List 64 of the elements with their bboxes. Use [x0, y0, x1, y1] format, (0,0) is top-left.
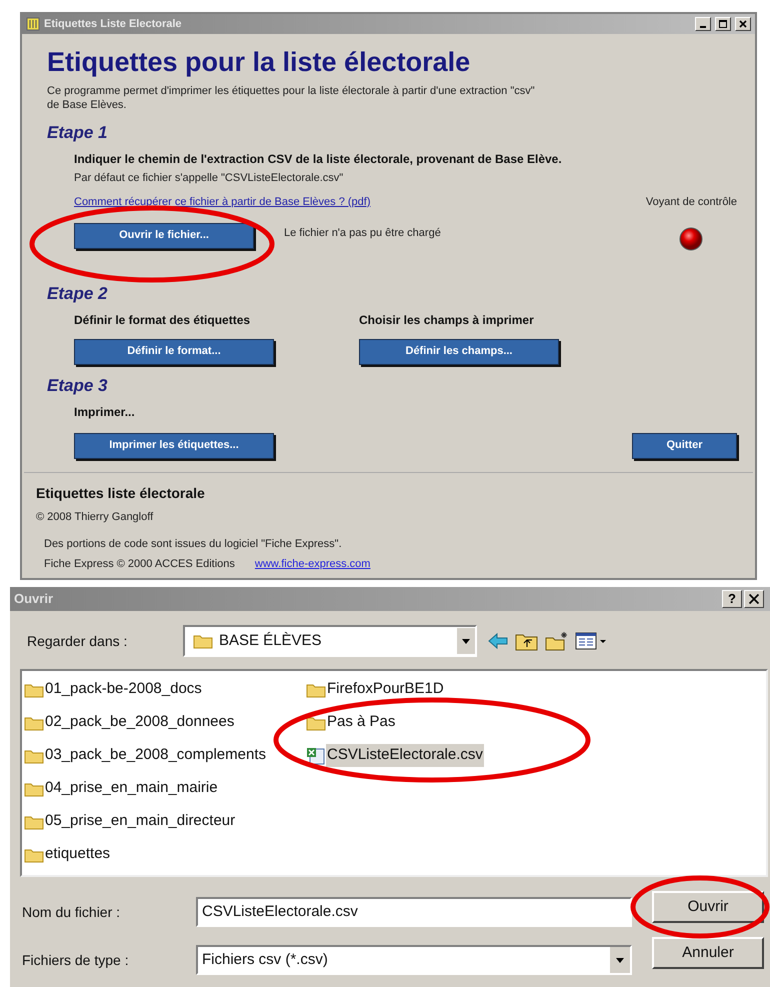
file-item[interactable]: 03_pack_be_2008_complements: [44, 744, 267, 767]
view-menu-icon[interactable]: [575, 631, 607, 651]
field-label: Nom du fichier :: [22, 902, 122, 922]
folder-icon: [24, 748, 44, 764]
status-text: Le fichier n'a pas pu être chargé: [284, 226, 441, 240]
print-labels-button[interactable]: Imprimer les étiquettes...: [74, 432, 274, 458]
copyright-text: © 2008 Thierry Gangloff: [36, 510, 154, 525]
define-button[interactable]: Définir le format...: [74, 338, 274, 364]
folder-icon: [24, 814, 44, 830]
spreadsheet-file-icon: [306, 746, 326, 764]
dialog-title: Ouvrir: [14, 590, 54, 608]
file-item[interactable]: 02_pack_be_2008_donnees: [44, 711, 236, 734]
dialog-button[interactable]: Annuler: [652, 937, 764, 969]
step-title: Etape 1: [47, 122, 108, 144]
folder-icon: [24, 846, 44, 862]
step-title: Etape 3: [47, 374, 108, 396]
close-icon[interactable]: [744, 590, 764, 608]
new-folder-icon[interactable]: [545, 631, 569, 651]
minimize-icon[interactable]: [695, 17, 711, 31]
note-text: Par défaut ce fichier s'appelle "CSVListeElectorale.csv": [74, 171, 344, 186]
dropdown-value: Fichiers csv (*.csv): [202, 950, 329, 970]
maximize-icon[interactable]: [715, 17, 731, 31]
instruction-text: Indiquer le chemin de l'extraction CSV de la liste électorale, provenant de Base Elève.: [74, 151, 563, 168]
help-button[interactable]: ?: [722, 590, 742, 608]
file-item[interactable]: CSVListeElectorale.csv: [326, 744, 484, 767]
intro-text: Ce programme permet d'imprimer les étiquettes pour la liste électorale à partir d'une extraction "csv" de Base Elèves.: [47, 84, 536, 112]
step-title: Etape 2: [47, 282, 108, 304]
close-icon[interactable]: [735, 17, 751, 31]
credit-text: Des portions de code sont issues du logiciel "Fiche Express".: [43, 536, 343, 552]
footer-title: Etiquettes liste électorale: [36, 484, 206, 503]
file-type-dropdown[interactable]: Fichiers csv (*.csv): [196, 945, 632, 975]
section-label: Imprimer...: [74, 404, 136, 420]
quit-button[interactable]: Quitter: [632, 432, 737, 458]
help-link[interactable]: Comment récupérer ce fichier à partir de Base Elèves ? (pdf): [74, 194, 371, 210]
folder-icon: [24, 714, 44, 730]
file-item[interactable]: FirefoxPourBE1D: [326, 678, 445, 701]
field-label: Fichiers de type :: [22, 950, 130, 970]
app-heading: Etiquettes pour la liste électorale: [47, 46, 472, 78]
app-icon: [26, 17, 40, 31]
indicator-light-icon: [679, 226, 704, 250]
file-item[interactable]: 01_pack-be-2008_docs: [44, 678, 203, 701]
folder-icon: [306, 682, 326, 698]
open-file-button[interactable]: Ouvrir le fichier...: [74, 222, 254, 248]
section-label: Définir le format des étiquettes: [74, 312, 252, 328]
section-label: Choisir les champs à imprimer: [359, 312, 535, 328]
back-arrow-icon[interactable]: [487, 632, 509, 650]
file-item[interactable]: etiquettes: [44, 843, 112, 866]
window-title: Etiquettes Liste Electorale: [44, 16, 183, 32]
look-in-dropdown[interactable]: BASE ÉLÈVES: [183, 625, 477, 657]
folder-icon: [24, 780, 44, 796]
indicator-label: Voyant de contrôle: [646, 195, 737, 210]
credit-text: Fiche Express © 2000 ACCES Editions: [44, 557, 235, 572]
file-item[interactable]: Pas à Pas: [326, 711, 396, 734]
define-button[interactable]: Définir les champs...: [359, 338, 559, 364]
dialog-button[interactable]: Ouvrir: [652, 891, 764, 923]
folder-icon: [306, 714, 326, 730]
field-label: Regarder dans :: [27, 632, 128, 651]
folder-icon: [193, 633, 213, 649]
folder-icon: [24, 682, 44, 698]
filename-field[interactable]: CSVListeElectorale.csv: [196, 897, 632, 927]
website-link[interactable]: www.fiche-express.com: [254, 556, 370, 572]
file-item[interactable]: 05_prise_en_main_directeur: [44, 810, 236, 833]
file-item[interactable]: 04_prise_en_main_mairie: [44, 777, 219, 800]
dropdown-value: BASE ÉLÈVES: [219, 630, 323, 651]
